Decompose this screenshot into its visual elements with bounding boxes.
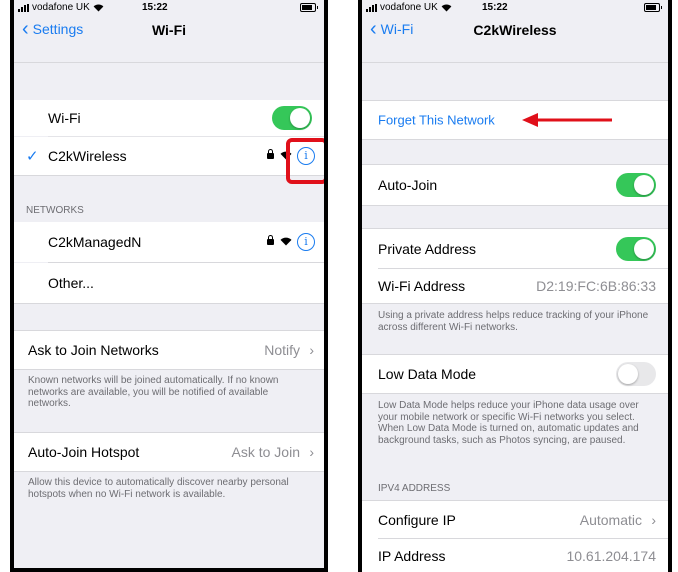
- auto-join-toggle[interactable]: [616, 173, 656, 197]
- private-address-footer: Using a private address helps reduce tra…: [378, 310, 649, 333]
- status-bar: vodafone UK 15:22: [362, 0, 668, 16]
- battery-icon: [300, 3, 318, 12]
- info-icon[interactable]: i: [297, 233, 315, 251]
- ip-address-label: IP Address: [378, 547, 446, 564]
- red-arrow-icon: [522, 113, 612, 127]
- wifi-address-value: D2:19:FC:6B:86:33: [536, 278, 656, 294]
- ip-address-value: 10.61.204.174: [566, 547, 656, 564]
- ask-to-join-row[interactable]: Ask to Join Networks Notify ›: [14, 330, 324, 370]
- auto-join-hotspot-value: Ask to Join: [231, 444, 300, 460]
- networks-header: NETWORKS: [26, 205, 84, 216]
- status-time: 15:22: [482, 2, 508, 13]
- configure-ip-value: Automatic: [579, 512, 642, 528]
- carrier-name: vodafone UK: [380, 2, 438, 13]
- configure-ip-row[interactable]: Configure IP Automatic ›: [362, 500, 668, 539]
- ask-to-join-value: Notify: [264, 342, 300, 358]
- configure-ip-label: Configure IP: [378, 512, 456, 528]
- forget-network-button[interactable]: Forget This Network: [378, 113, 495, 128]
- status-bar: vodafone UK 15:22: [14, 0, 324, 16]
- lock-icon: [267, 235, 274, 245]
- other-label: Other...: [48, 275, 94, 291]
- ask-to-join-label: Ask to Join Networks: [28, 342, 159, 358]
- private-address-row: Private Address: [362, 228, 668, 269]
- other-network-row[interactable]: Other...: [14, 263, 324, 304]
- wifi-status-icon: [93, 3, 104, 12]
- wifi-toggle-row: Wi-Fi: [14, 100, 324, 136]
- auto-join-hotspot-label: Auto-Join Hotspot: [28, 444, 140, 460]
- checkmark-icon: ✓: [26, 148, 39, 165]
- ipv4-header: IPV4 ADDRESS: [378, 483, 451, 494]
- status-time: 15:22: [142, 2, 168, 13]
- low-data-mode-label: Low Data Mode: [378, 366, 477, 382]
- connected-network-row[interactable]: ✓ C2kWireless i: [14, 137, 324, 176]
- page-title: C2kWireless: [473, 22, 557, 38]
- ip-address-row: IP Address 10.61.204.174: [362, 539, 668, 572]
- forget-network-row[interactable]: Forget This Network: [362, 100, 668, 140]
- signal-icon: [366, 3, 377, 12]
- private-address-toggle[interactable]: [616, 237, 656, 261]
- low-data-mode-toggle[interactable]: [616, 362, 656, 386]
- wifi-status-icon: [441, 3, 452, 12]
- network-name: C2kManagedN: [48, 234, 142, 250]
- battery-icon: [644, 3, 662, 12]
- carrier-name: vodafone UK: [32, 2, 90, 13]
- low-data-mode-row: Low Data Mode: [362, 354, 668, 394]
- right-phone-frame: vodafone UK 15:22 ‹ Wi-Fi C2kWireless Fo…: [358, 0, 672, 572]
- network-row[interactable]: C2kManagedN i: [14, 222, 324, 262]
- auto-join-label: Auto-Join: [378, 177, 438, 193]
- wifi-label: Wi-Fi: [48, 110, 81, 126]
- highlight-box: [286, 138, 324, 184]
- page-title: Wi-Fi: [151, 22, 187, 38]
- auto-join-row: Auto-Join: [362, 164, 668, 206]
- private-address-label: Private Address: [378, 241, 477, 257]
- auto-join-hotspot-row[interactable]: Auto-Join Hotspot Ask to Join ›: [14, 432, 324, 472]
- wifi-signal-icon: [280, 237, 292, 246]
- nav-bar: ‹ Settings Wi-Fi: [14, 19, 324, 63]
- wifi-toggle[interactable]: [272, 106, 312, 130]
- chevron-right-icon: ›: [651, 512, 656, 528]
- chevron-right-icon: ›: [309, 444, 314, 460]
- wifi-address-row: Wi-Fi Address D2:19:FC:6B:86:33: [362, 269, 668, 304]
- chevron-right-icon: ›: [309, 342, 314, 358]
- low-data-mode-footer: Low Data Mode helps reduce your iPhone d…: [378, 400, 639, 446]
- signal-icon: [18, 3, 29, 12]
- left-phone-frame: vodafone UK 15:22 ‹ Settings Wi-Fi Wi-Fi…: [10, 0, 328, 572]
- wifi-settings-screen: vodafone UK 15:22 ‹ Settings Wi-Fi Wi-Fi…: [14, 0, 324, 568]
- ask-to-join-footer: Known networks will be joined automatica…: [28, 375, 279, 409]
- hotspot-footer: Allow this device to automatically disco…: [28, 477, 289, 500]
- connected-network-name: C2kWireless: [48, 148, 127, 164]
- nav-bar: ‹ Wi-Fi C2kWireless: [362, 19, 668, 63]
- lock-icon: [267, 149, 274, 159]
- network-detail-screen: vodafone UK 15:22 ‹ Wi-Fi C2kWireless Fo…: [362, 0, 668, 572]
- wifi-address-label: Wi-Fi Address: [378, 278, 466, 294]
